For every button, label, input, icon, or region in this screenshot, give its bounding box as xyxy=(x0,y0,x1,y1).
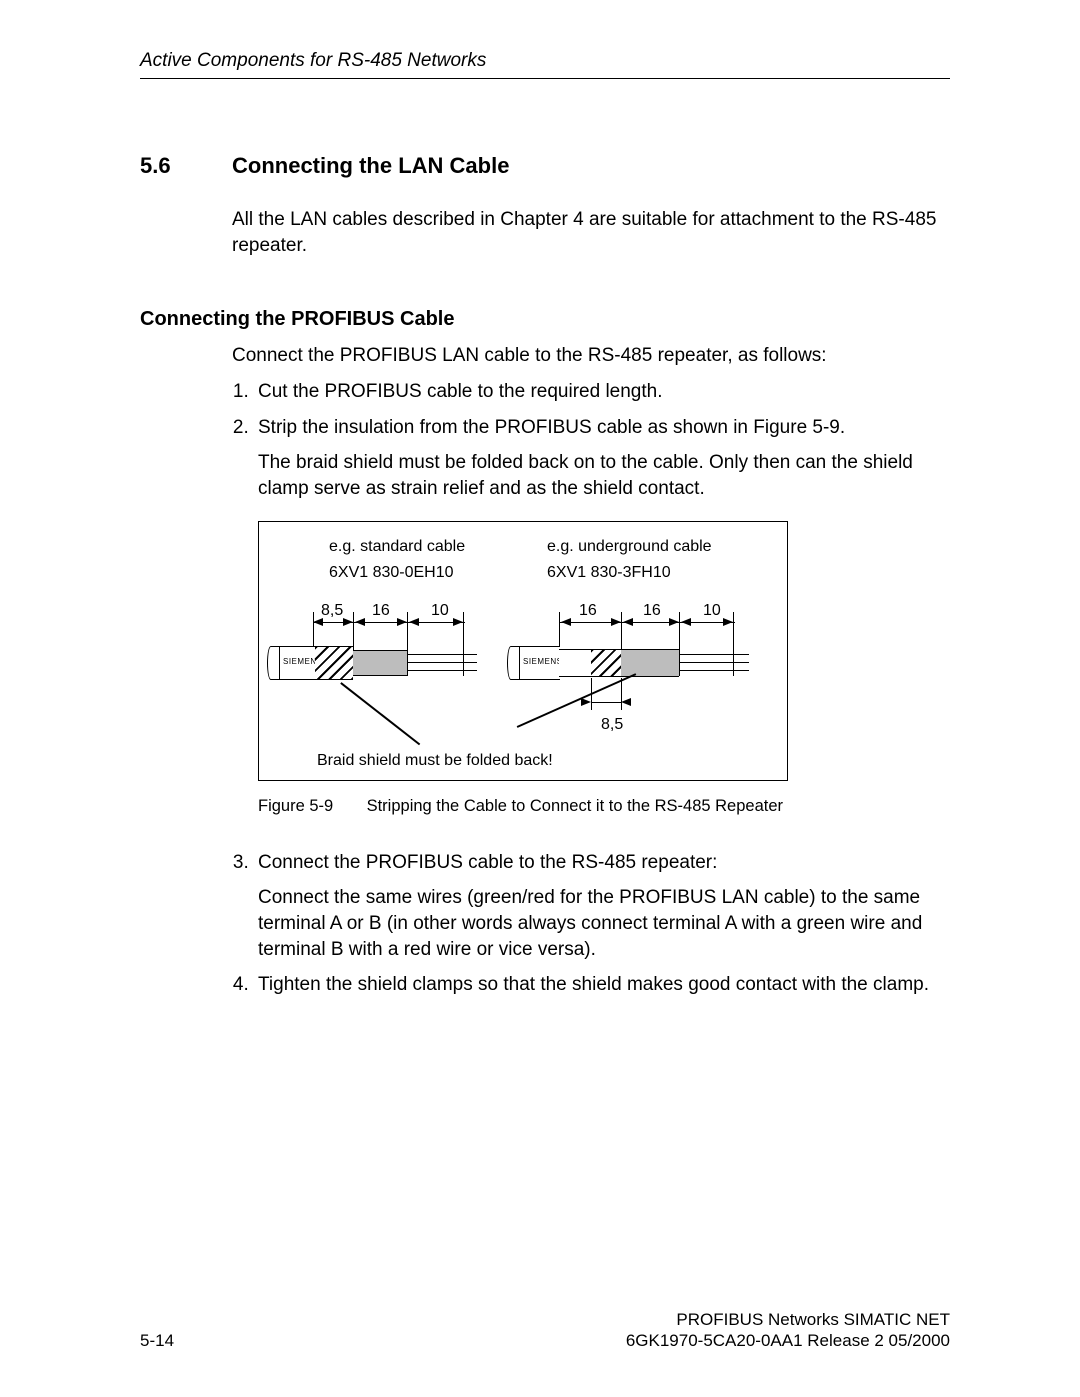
section-heading: 5.6 Connecting the LAN Cable xyxy=(140,153,950,179)
footer-line-1: PROFIBUS Networks SIMATIC NET xyxy=(626,1309,950,1330)
fig-right-title: e.g. underground cable xyxy=(547,536,712,558)
fig-right-dim-b: 16 xyxy=(643,600,661,622)
footer-line-2: 6GK1970-5CA20-0AA1 Release 2 05/2000 xyxy=(626,1330,950,1351)
fig-right-dim-a: 16 xyxy=(579,600,597,622)
fig-left-partno: 6XV1 830-0EH10 xyxy=(329,562,454,584)
figure-5-9: e.g. standard cable 6XV1 830-0EH10 8,5 1… xyxy=(258,521,788,781)
page: Active Components for RS-485 Networks 5.… xyxy=(0,0,1080,1397)
figure-caption-number: Figure 5-9 xyxy=(258,795,362,817)
step-4: Tighten the shield clamps so that the sh… xyxy=(254,972,950,998)
step-1-text: Cut the PROFIBUS cable to the required l… xyxy=(258,381,663,402)
fig-left-title: e.g. standard cable xyxy=(329,536,465,558)
figure-caption-text: Stripping the Cable to Connect it to the… xyxy=(367,797,783,815)
step-3-text: Connect the PROFIBUS cable to the RS-485… xyxy=(258,852,717,873)
step-3-note: Connect the same wires (green/red for th… xyxy=(258,885,950,962)
fig-right-brand: SIEMENS xyxy=(523,657,563,668)
figure-caption: Figure 5-9 Stripping the Cable to Connec… xyxy=(258,795,950,817)
fig-left-dim-a: 8,5 xyxy=(321,600,343,622)
section-number: 5.6 xyxy=(140,153,232,179)
page-number: 5-14 xyxy=(140,1331,174,1351)
step-list: Cut the PROFIBUS cable to the required l… xyxy=(232,379,950,998)
subsection-body: Connect the PROFIBUS LAN cable to the RS… xyxy=(232,343,950,998)
fig-right-partno: 6XV1 830-3FH10 xyxy=(547,562,671,584)
step-4-text: Tighten the shield clamps so that the sh… xyxy=(258,974,929,995)
intro-paragraph: All the LAN cables described in Chapter … xyxy=(232,207,950,258)
running-head: Active Components for RS-485 Networks xyxy=(140,50,950,79)
step-2-text: Strip the insulation from the PROFIBUS c… xyxy=(258,417,845,438)
fig-left-dim-b: 16 xyxy=(372,600,390,622)
fig-note: Braid shield must be folded back! xyxy=(317,750,553,772)
lead-sentence: Connect the PROFIBUS LAN cable to the RS… xyxy=(232,343,950,369)
step-2-note: The braid shield must be folded back on … xyxy=(258,450,950,501)
subsection-heading: Connecting the PROFIBUS Cable xyxy=(140,308,950,331)
section-title: Connecting the LAN Cable xyxy=(232,153,509,179)
step-3: Connect the PROFIBUS cable to the RS-485… xyxy=(254,850,950,963)
section-intro: All the LAN cables described in Chapter … xyxy=(232,207,950,258)
fig-right-dim-under: 8,5 xyxy=(601,714,623,736)
step-2: Strip the insulation from the PROFIBUS c… xyxy=(254,415,950,818)
fig-right-dim-c: 10 xyxy=(703,600,721,622)
step-1: Cut the PROFIBUS cable to the required l… xyxy=(254,379,950,405)
fig-left-dim-c: 10 xyxy=(431,600,449,622)
